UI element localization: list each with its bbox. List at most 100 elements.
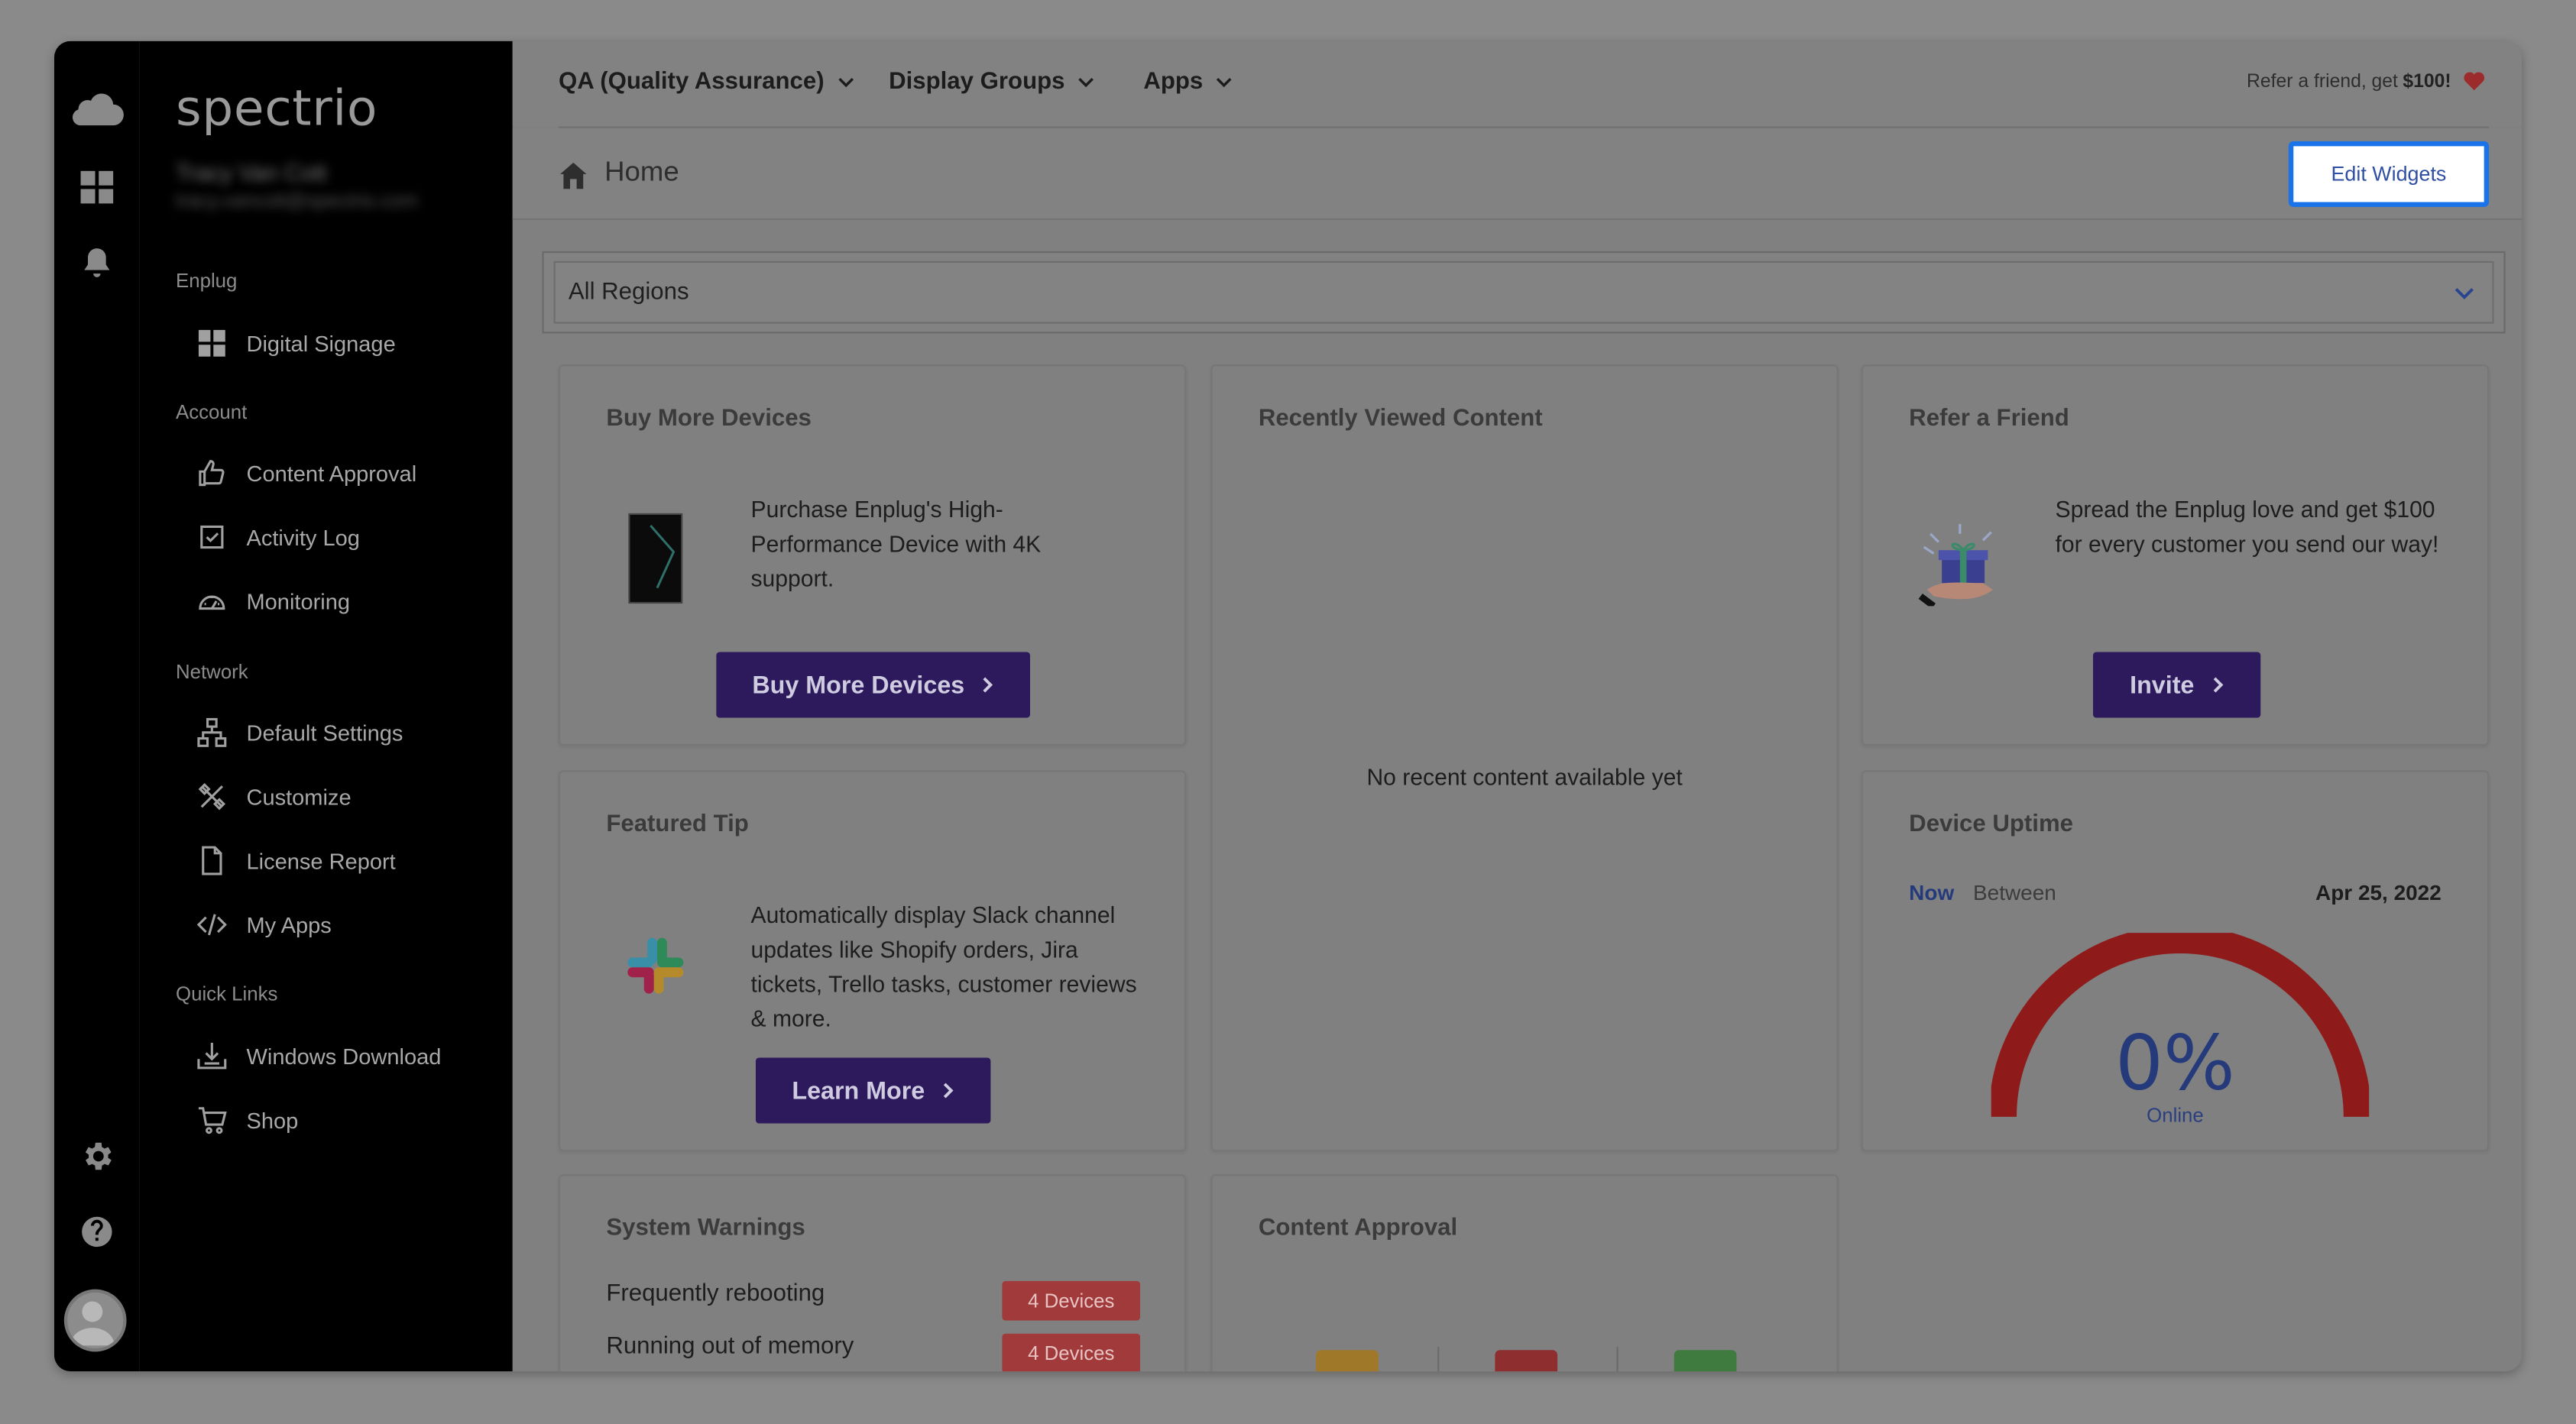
sidebar-item-label: Digital Signage xyxy=(246,331,396,356)
sidebar-item-windows-download[interactable]: Windows Download xyxy=(196,1037,442,1076)
gear-icon[interactable] xyxy=(74,1133,120,1179)
help-icon[interactable] xyxy=(74,1209,120,1254)
widget-text: Spread the Enplug love and get $100 for … xyxy=(2055,496,2439,557)
sidebar-item-label: Customize xyxy=(246,784,352,809)
uptime-label: Online xyxy=(2147,1103,2204,1127)
sidebar-item-monitoring[interactable]: Monitoring xyxy=(196,581,350,621)
app-window: spectrio Tracy Van Cott tracy.vancott@sp… xyxy=(53,40,2523,1372)
button-label: Invite xyxy=(2130,671,2195,699)
buy-more-devices-button[interactable]: Buy More Devices xyxy=(716,652,1030,718)
widget-refer-friend: Refer a Friend Spread the Enplug love an… xyxy=(1861,364,2490,746)
chevron-right-icon xyxy=(943,1083,954,1099)
warning-badge[interactable]: 4 Devices xyxy=(1002,1280,1141,1321)
button-label: Buy More Devices xyxy=(752,671,965,699)
section-label-network: Network xyxy=(176,660,248,684)
widget-text: Purchase Enplug's High-Performance Devic… xyxy=(750,496,1042,591)
widget-title: System Warnings xyxy=(606,1215,805,1242)
thumbs-up-icon xyxy=(196,457,228,490)
learn-more-button[interactable]: Learn More xyxy=(755,1057,991,1124)
main-content: QA (Quality Assurance) Display Groups Ap… xyxy=(512,40,2523,1372)
grid-icon xyxy=(196,327,228,360)
chevron-down-icon xyxy=(838,77,854,88)
icon-rail xyxy=(53,40,140,1372)
chevron-down-icon xyxy=(1217,77,1233,88)
refer-friend-link[interactable]: Refer a friend, get $100! xyxy=(2247,70,2486,92)
document-icon xyxy=(196,844,228,877)
heart-icon xyxy=(2464,72,2485,91)
tab-now[interactable]: Now xyxy=(1909,880,1954,905)
user-email: tracy.vancott@spectrio.com xyxy=(176,189,418,212)
button-label: Learn More xyxy=(792,1076,925,1105)
tab-between[interactable]: Between xyxy=(1973,880,2056,905)
approval-approved-marker xyxy=(1674,1350,1737,1372)
home-icon xyxy=(560,162,587,189)
widget-title: Refer a Friend xyxy=(1909,406,2069,432)
widget-recent-content: Recently Viewed Content No recent conten… xyxy=(1210,364,1839,1152)
menu-apps[interactable]: Apps xyxy=(1143,69,1233,95)
section-label-account: Account xyxy=(176,400,248,424)
user-name: Tracy Van Cott xyxy=(176,159,327,186)
warning-badge[interactable]: 4 Devices xyxy=(1002,1333,1141,1372)
dashboard-icon[interactable] xyxy=(74,164,120,210)
sidebar-item-label: Windows Download xyxy=(246,1044,442,1069)
sidebar-item-license-report[interactable]: License Report xyxy=(196,841,396,881)
sidebar-item-activity-log[interactable]: Activity Log xyxy=(196,517,360,557)
warning-label: Frequently rebooting xyxy=(606,1280,825,1308)
region-select[interactable]: All Regions xyxy=(553,261,2494,324)
menu-label: Display Groups xyxy=(889,69,1065,95)
sidebar-item-label: Default Settings xyxy=(246,720,403,745)
section-label-enplug: Enplug xyxy=(176,269,238,293)
divider xyxy=(1616,1346,1619,1372)
widget-system-warnings: System Warnings Frequently rebooting 4 D… xyxy=(558,1174,1187,1372)
refer-amount: $100! xyxy=(2403,71,2451,92)
menu-label: Apps xyxy=(1143,69,1204,95)
sidebar-item-content-approval[interactable]: Content Approval xyxy=(196,453,416,493)
avatar[interactable] xyxy=(63,1289,127,1352)
sidebar-item-shop[interactable]: Shop xyxy=(196,1100,298,1140)
sidebar-item-my-apps[interactable]: My Apps xyxy=(196,905,332,945)
sidebar-item-label: License Report xyxy=(246,848,396,873)
sidebar-item-default-settings[interactable]: Default Settings xyxy=(196,713,403,752)
sidebar-item-label: Activity Log xyxy=(246,524,360,550)
gift-hand-icon xyxy=(1918,523,1993,607)
widget-title: Device Uptime xyxy=(1909,811,2074,838)
widget-buy-devices: Buy More Devices Purchase Enplug's High-… xyxy=(558,364,1187,746)
screen: spectrio Tracy Van Cott tracy.vancott@sp… xyxy=(0,0,2576,1424)
chevron-right-icon xyxy=(983,677,993,693)
widget-title: Recently Viewed Content xyxy=(1258,406,1543,432)
uptime-value: 0% xyxy=(2114,1018,2235,1108)
menu-label: QA (Quality Assurance) xyxy=(558,69,825,95)
download-icon xyxy=(196,1040,228,1073)
bell-icon[interactable] xyxy=(74,240,120,286)
approval-rejected-marker xyxy=(1495,1350,1558,1372)
widget-title: Buy More Devices xyxy=(606,406,812,432)
slack-icon xyxy=(627,937,684,994)
tools-icon xyxy=(196,780,228,813)
menu-display-groups[interactable]: Display Groups xyxy=(889,69,1094,95)
top-bar: QA (Quality Assurance) Display Groups Ap… xyxy=(512,40,2523,127)
edit-widgets-button[interactable]: Edit Widgets xyxy=(2288,141,2490,207)
chevron-right-icon xyxy=(2212,677,2223,693)
refer-text: Refer a friend, get xyxy=(2247,71,2398,92)
invite-button[interactable]: Invite xyxy=(2092,652,2261,718)
sidebar-item-digital-signage[interactable]: Digital Signage xyxy=(196,324,396,364)
approval-pending-marker xyxy=(1316,1350,1379,1372)
brand-logo: spectrio xyxy=(176,80,378,138)
cloud-icon[interactable] xyxy=(67,84,126,130)
sidebar-item-label: My Apps xyxy=(246,912,332,937)
warning-label: Running out of memory xyxy=(606,1333,854,1361)
widget-text: Automatically display Slack channel upda… xyxy=(750,901,1137,1032)
section-label-quick-links: Quick Links xyxy=(176,982,278,1005)
widget-featured-tip: Featured Tip Automatically display Slack… xyxy=(558,770,1187,1152)
speedometer-icon xyxy=(196,584,228,617)
sidebar-item-label: Shop xyxy=(246,1108,299,1133)
widget-device-uptime: Device Uptime Now Between Apr 25, 2022 0… xyxy=(1861,770,2490,1152)
page-header: Home Edit Widgets xyxy=(512,128,2523,221)
empty-state-text: No recent content available yet xyxy=(1366,763,1683,791)
sidebar-item-customize[interactable]: Customize xyxy=(196,777,352,817)
chevron-down-icon xyxy=(1078,77,1094,88)
sidebar-item-label: Content Approval xyxy=(246,461,417,486)
menu-account-qa[interactable]: QA (Quality Assurance) xyxy=(559,69,854,95)
uptime-date: Apr 25, 2022 xyxy=(2315,880,2442,905)
widget-title: Content Approval xyxy=(1258,1215,1458,1242)
